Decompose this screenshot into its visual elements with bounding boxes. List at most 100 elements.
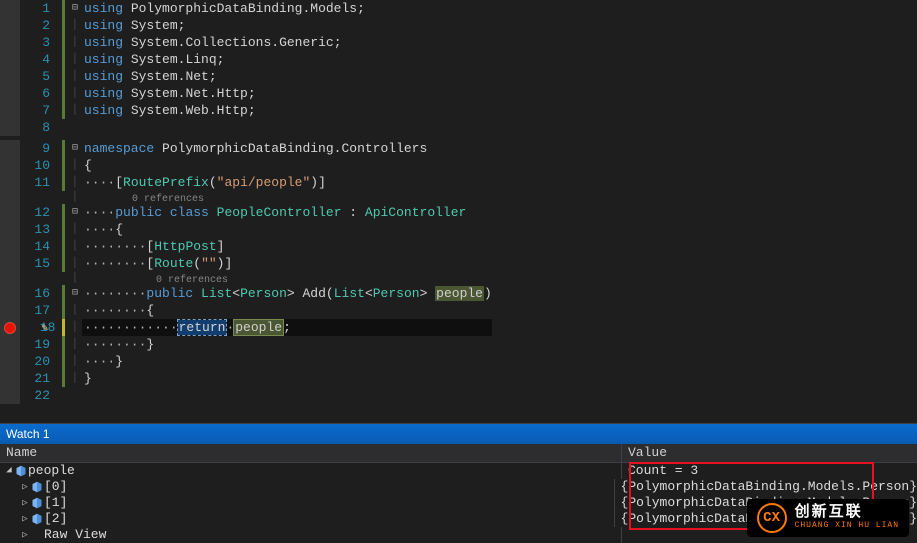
return-highlight: return (178, 320, 227, 335)
breakpoint-gutter[interactable] (0, 353, 20, 370)
code-line[interactable]: │ 0 references (0, 272, 492, 285)
breakpoint-gutter[interactable] (0, 68, 20, 85)
code-text[interactable]: using System; (82, 17, 492, 34)
breakpoint-gutter[interactable] (0, 140, 20, 157)
watch-child-row[interactable]: ▷ [0]{PolymorphicDataBinding.Models.Pers… (0, 479, 917, 495)
code-text[interactable]: ········[HttpPost] (82, 238, 492, 255)
code-line[interactable]: 5│using System.Net; (0, 68, 492, 85)
breakpoint-gutter[interactable] (0, 51, 20, 68)
change-mark (60, 221, 68, 238)
code-line[interactable]: 20│····} (0, 353, 492, 370)
code-line[interactable]: 21│} (0, 370, 492, 387)
breakpoint-gutter[interactable] (0, 302, 20, 319)
breakpoint-gutter[interactable] (0, 370, 20, 387)
breakpoint-gutter[interactable] (0, 285, 20, 302)
fold-toggle[interactable]: ⊟ (68, 285, 82, 302)
code-line[interactable]: 11│····[RoutePrefix("api/people")] (0, 174, 492, 191)
breakpoint-icon[interactable] (4, 322, 16, 334)
breakpoint-gutter[interactable] (0, 221, 20, 238)
breakpoint-gutter[interactable] (0, 102, 20, 119)
col-name-header[interactable]: Name (0, 444, 622, 462)
fold-toggle[interactable]: ⊟ (68, 140, 82, 157)
code-line[interactable]: │ 0 references (0, 191, 492, 204)
code-text[interactable]: ····public class PeopleController : ApiC… (82, 204, 492, 221)
code-text[interactable]: namespace PolymorphicDataBinding.Control… (82, 140, 492, 157)
code-line[interactable]: 16 ⊟········public List<Person> Add(List<… (0, 285, 492, 302)
breakpoint-gutter[interactable] (0, 157, 20, 174)
code-text[interactable] (82, 387, 492, 404)
expand-toggle[interactable]: ▷ (20, 495, 30, 511)
code-text[interactable]: ········{ (82, 302, 492, 319)
breakpoint-gutter[interactable] (0, 272, 20, 285)
code-line[interactable]: 7│using System.Web.Http; (0, 102, 492, 119)
code-text[interactable]: 0 references (82, 191, 492, 204)
breakpoint-gutter[interactable] (0, 0, 20, 17)
code-line[interactable]: 15│········[Route("")] (0, 255, 492, 272)
expand-toggle[interactable]: ▷ (20, 479, 30, 495)
code-line[interactable]: 1⊟using PolymorphicDataBinding.Models; (0, 0, 492, 17)
code-line[interactable]: 10│{ (0, 157, 492, 174)
breakpoint-gutter[interactable] (0, 255, 20, 272)
code-line[interactable]: 9⊟namespace PolymorphicDataBinding.Contr… (0, 140, 492, 157)
breakpoint-gutter[interactable] (0, 85, 20, 102)
breakpoint-gutter[interactable] (0, 387, 20, 404)
code-line[interactable]: 3│using System.Collections.Generic; (0, 34, 492, 51)
expand-toggle[interactable]: ▷ (20, 527, 30, 543)
expand-toggle[interactable]: ◢ (4, 462, 14, 478)
watch-title[interactable]: Watch 1 (0, 424, 917, 444)
code-text[interactable]: ····[RoutePrefix("api/people")] (82, 174, 492, 191)
breakpoint-gutter[interactable] (0, 191, 20, 204)
code-text[interactable]: using PolymorphicDataBinding.Models; (82, 0, 492, 17)
code-line[interactable]: 14│········[HttpPost] (0, 238, 492, 255)
breakpoint-gutter[interactable] (0, 336, 20, 353)
code-text[interactable]: ····{ (82, 221, 492, 238)
code-text[interactable]: } (82, 370, 492, 387)
code-text[interactable]: using System.Collections.Generic; (82, 34, 492, 51)
breakpoint-gutter[interactable] (0, 174, 20, 191)
code-text[interactable]: using System.Web.Http; (82, 102, 492, 119)
code-line[interactable]: 12⊟····public class PeopleController : A… (0, 204, 492, 221)
code-editor[interactable]: 1⊟using PolymorphicDataBinding.Models;2│… (0, 0, 917, 423)
fold-toggle[interactable]: ⊟ (68, 204, 82, 221)
fold-toggle: │ (68, 255, 82, 272)
fold-toggle[interactable]: ⊟ (68, 0, 82, 17)
change-mark (60, 285, 68, 302)
change-mark (60, 272, 68, 285)
code-text[interactable]: using System.Linq; (82, 51, 492, 68)
breakpoint-gutter[interactable] (0, 119, 20, 136)
code-line[interactable]: 2│using System; (0, 17, 492, 34)
change-mark (60, 255, 68, 272)
breakpoint-gutter[interactable] (0, 17, 20, 34)
code-text[interactable]: ········[Route("")] (82, 255, 492, 272)
code-text[interactable]: using System.Net; (82, 68, 492, 85)
breakpoint-gutter[interactable] (0, 238, 20, 255)
line-number: 6 (20, 85, 60, 102)
code-line[interactable]: 13│····{ (0, 221, 492, 238)
watch-root-row[interactable]: ◢ peopleCount = 3 (0, 463, 917, 479)
col-value-header[interactable]: Value (622, 444, 917, 462)
code-line[interactable]: 6│using System.Net.Http; (0, 85, 492, 102)
expand-toggle[interactable]: ▷ (20, 511, 30, 527)
code-line[interactable]: 18✎│············return·people; (0, 319, 492, 336)
line-number: 16 (20, 285, 60, 302)
code-line[interactable]: 17│········{ (0, 302, 492, 319)
change-mark (60, 17, 68, 34)
code-text[interactable]: { (82, 157, 492, 174)
code-text[interactable]: ············return·people; (82, 319, 492, 336)
code-line[interactable]: 19│········} (0, 336, 492, 353)
breakpoint-gutter[interactable] (0, 204, 20, 221)
breakpoint-gutter[interactable] (0, 319, 20, 336)
code-text[interactable]: 0 references (82, 272, 492, 285)
code-text[interactable]: ····} (82, 353, 492, 370)
watch-header: Name Value (0, 444, 917, 463)
code-line[interactable]: 22 (0, 387, 492, 404)
code-line[interactable]: 4│using System.Linq; (0, 51, 492, 68)
code-text[interactable]: ········public List<Person> Add(List<Per… (82, 285, 492, 302)
line-number: 3 (20, 34, 60, 51)
code-text[interactable]: using System.Net.Http; (82, 85, 492, 102)
code-line[interactable]: 8 (0, 119, 492, 136)
code-text[interactable] (82, 119, 492, 136)
fold-toggle (68, 387, 82, 404)
breakpoint-gutter[interactable] (0, 34, 20, 51)
code-text[interactable]: ········} (82, 336, 492, 353)
